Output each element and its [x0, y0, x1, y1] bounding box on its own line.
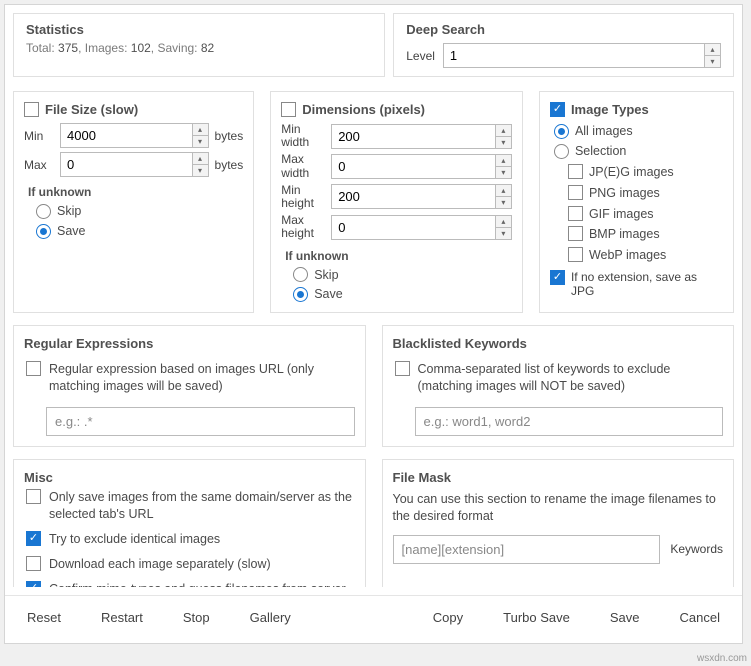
stop-button[interactable]: Stop — [177, 606, 216, 629]
misc-title: Misc — [24, 470, 355, 485]
fs-save-radio[interactable] — [36, 224, 51, 239]
dim-skip-radio[interactable] — [293, 267, 308, 282]
blacklist-title: Blacklisted Keywords — [393, 336, 724, 351]
regex-input[interactable] — [46, 407, 355, 436]
blacklist-panel: Blacklisted Keywords Comma-separated lis… — [382, 325, 735, 447]
regex-panel: Regular Expressions Regular expression b… — [13, 325, 366, 447]
bmp-checkbox[interactable] — [568, 226, 583, 241]
footer-toolbar: Reset Restart Stop Gallery Copy Turbo Sa… — [5, 595, 742, 643]
credit-text: wsxdn.com — [697, 653, 747, 664]
level-input[interactable] — [443, 43, 721, 68]
deep-search-panel: Deep Search Level ▴▾ — [393, 13, 734, 77]
level-spinners[interactable]: ▴▾ — [704, 44, 720, 67]
turbo-save-button[interactable]: Turbo Save — [497, 606, 576, 629]
file-mask-title: File Mask — [393, 470, 724, 485]
cancel-button[interactable]: Cancel — [674, 606, 726, 629]
max-bytes-input[interactable] — [60, 152, 209, 177]
deep-search-title: Deep Search — [406, 22, 721, 37]
regex-checkbox[interactable] — [26, 361, 41, 376]
blacklist-input[interactable] — [415, 407, 724, 436]
image-types-title: Image Types — [571, 102, 649, 117]
min-width-input[interactable] — [331, 124, 512, 149]
min-bytes-input[interactable] — [60, 123, 209, 148]
image-types-panel: Image Types All images Selection JP(E)G … — [539, 91, 734, 313]
all-images-radio[interactable] — [554, 124, 569, 139]
png-checkbox[interactable] — [568, 185, 583, 200]
keywords-link[interactable]: Keywords — [670, 542, 723, 556]
dim-if-unknown-label: If unknown — [285, 249, 508, 263]
gif-checkbox[interactable] — [568, 206, 583, 221]
max-label: Max — [24, 158, 54, 172]
same-domain-checkbox[interactable] — [26, 489, 41, 504]
selection-radio[interactable] — [554, 144, 569, 159]
max-width-input[interactable] — [331, 154, 512, 179]
dim-save-radio[interactable] — [293, 287, 308, 302]
gallery-button[interactable]: Gallery — [244, 606, 297, 629]
copy-button[interactable]: Copy — [427, 606, 469, 629]
identical-checkbox[interactable] — [26, 531, 41, 546]
min-height-input[interactable] — [331, 184, 512, 209]
file-size-title: File Size (slow) — [45, 102, 138, 117]
image-types-checkbox[interactable] — [550, 102, 565, 117]
dimensions-checkbox[interactable] — [281, 102, 296, 117]
statistics-panel: Statistics Total: 375, Images: 102, Savi… — [13, 13, 385, 77]
statistics-line: Total: 375, Images: 102, Saving: 82 — [26, 41, 372, 55]
dimensions-title: Dimensions (pixels) — [302, 102, 425, 117]
misc-panel: Misc Only save images from the same doma… — [13, 459, 366, 587]
separately-checkbox[interactable] — [26, 556, 41, 571]
save-button[interactable]: Save — [604, 606, 646, 629]
regex-title: Regular Expressions — [24, 336, 355, 351]
min-label: Min — [24, 129, 54, 143]
file-mask-input[interactable] — [393, 535, 661, 564]
file-size-panel: File Size (slow) Min ▴▾ bytes Max ▴▾ byt… — [13, 91, 254, 313]
mime-checkbox[interactable] — [26, 581, 41, 588]
noext-jpg-checkbox[interactable] — [550, 270, 565, 285]
max-height-input[interactable] — [331, 215, 512, 240]
fs-skip-radio[interactable] — [36, 204, 51, 219]
level-label: Level — [406, 49, 435, 63]
reset-button[interactable]: Reset — [21, 606, 67, 629]
jpeg-checkbox[interactable] — [568, 164, 583, 179]
blacklist-checkbox[interactable] — [395, 361, 410, 376]
webp-checkbox[interactable] — [568, 247, 583, 262]
dimensions-panel: Dimensions (pixels) Min width ▴▾ Max wid… — [270, 91, 523, 313]
file-size-checkbox[interactable] — [24, 102, 39, 117]
restart-button[interactable]: Restart — [95, 606, 149, 629]
file-mask-panel: File Mask You can use this section to re… — [382, 459, 735, 587]
statistics-title: Statistics — [26, 22, 372, 37]
fs-if-unknown-label: If unknown — [28, 185, 239, 199]
